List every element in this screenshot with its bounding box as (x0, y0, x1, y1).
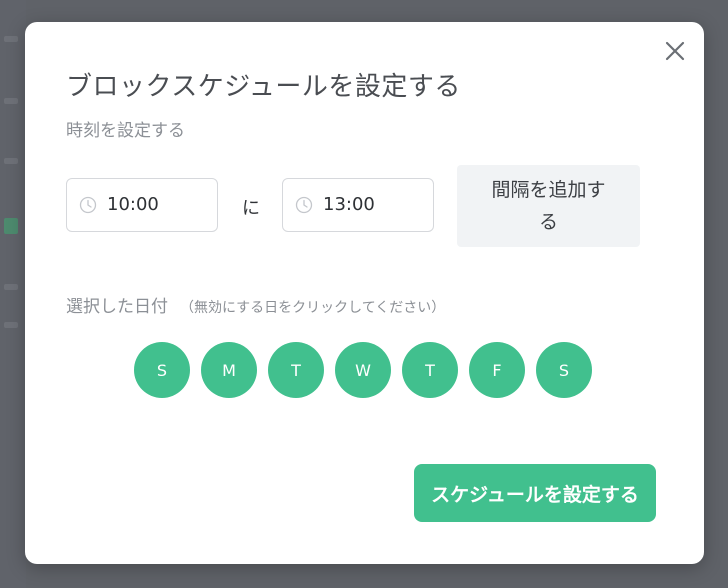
day-toggle-tuesday[interactable]: T (268, 342, 324, 398)
day-toggle-sunday[interactable]: S (134, 342, 190, 398)
background-page (0, 0, 26, 588)
end-time-input[interactable]: 13:00 (282, 178, 434, 232)
selected-days-title: 選択した日付 (66, 297, 168, 317)
day-toggle-saturday[interactable]: S (536, 342, 592, 398)
set-schedule-button[interactable]: スケジュールを設定する (414, 464, 656, 522)
clock-icon (79, 196, 97, 214)
time-section-label: 時刻を設定する (66, 121, 185, 141)
start-time-value: 10:00 (107, 194, 159, 215)
day-toggle-thursday[interactable]: T (402, 342, 458, 398)
background-toggle-fragment (4, 218, 18, 234)
day-toggle-monday[interactable]: M (201, 342, 257, 398)
add-interval-label-line2: る (538, 211, 558, 233)
selected-days-hint: （無効にする日をクリックしてください） (180, 300, 446, 316)
add-interval-button[interactable]: 間隔を追加す る (457, 165, 640, 247)
add-interval-label-line1: 間隔を追加す (491, 179, 606, 201)
background-text-fragment (4, 158, 18, 164)
background-text-fragment (4, 36, 18, 42)
day-selector: S M T W T F S (134, 342, 592, 398)
close-icon (665, 41, 685, 61)
end-time-value: 13:00 (323, 194, 375, 215)
background-text-fragment (4, 98, 18, 104)
time-range-separator: に (242, 198, 260, 219)
day-toggle-friday[interactable]: F (469, 342, 525, 398)
start-time-input[interactable]: 10:00 (66, 178, 218, 232)
block-schedule-modal: ブロックスケジュールを設定する 時刻を設定する 10:00 に 13:00 間隔… (25, 22, 704, 564)
modal-title: ブロックスケジュールを設定する (66, 72, 461, 102)
close-button[interactable] (662, 38, 688, 64)
day-toggle-wednesday[interactable]: W (335, 342, 391, 398)
background-text-fragment (4, 284, 18, 290)
clock-icon (295, 196, 313, 214)
background-text-fragment (4, 322, 18, 328)
selected-days-label: 選択した日付 （無効にする日をクリックしてください） (66, 292, 445, 317)
